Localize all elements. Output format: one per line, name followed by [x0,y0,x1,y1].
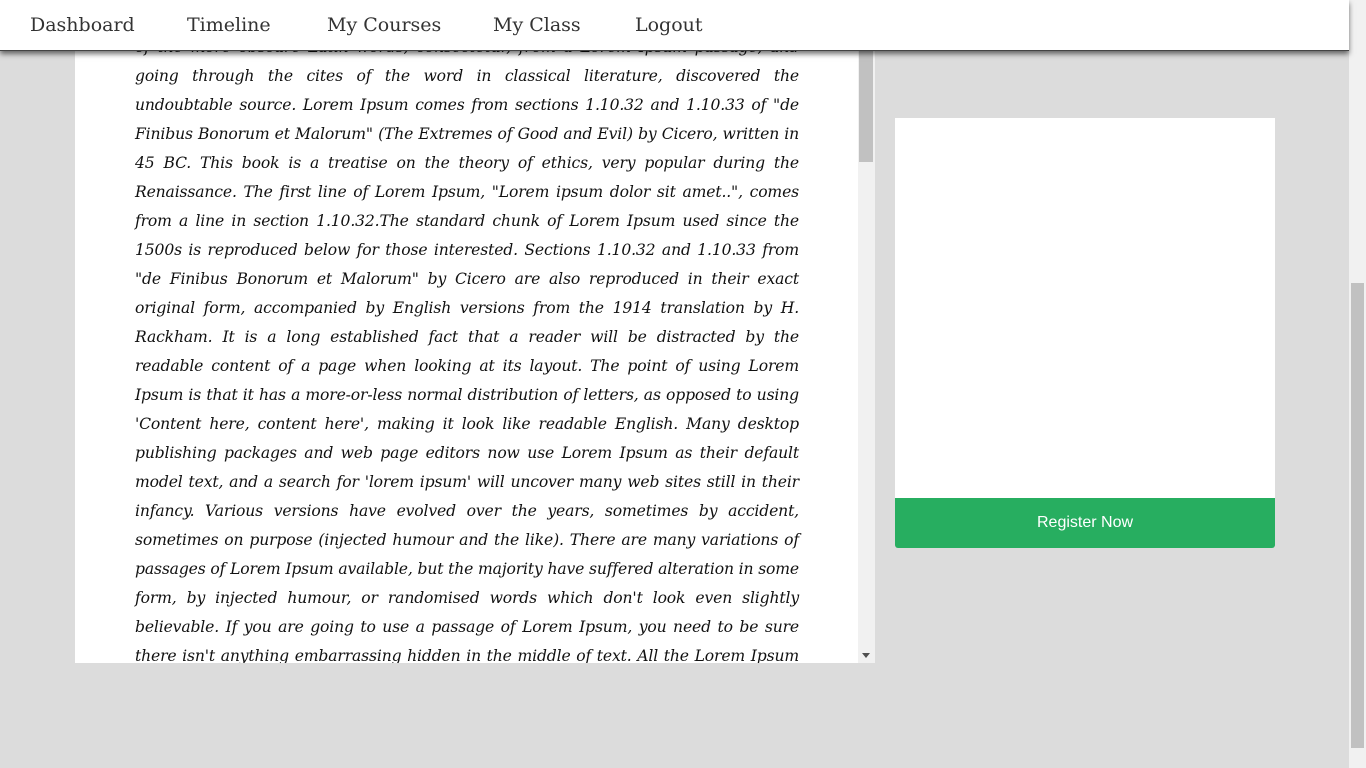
article-scrollbar[interactable] [858,40,875,663]
page-scrollbar[interactable] [1349,0,1366,768]
nav-dashboard[interactable]: Dashboard [30,14,135,36]
video-panel [895,118,1275,498]
nav-my-class[interactable]: My Class [493,14,581,36]
article-scrollbar-thumb[interactable] [859,40,873,162]
register-now-button[interactable]: Register Now [895,498,1275,548]
top-navigation: Dashboard Timeline My Courses My Class L… [0,0,1349,51]
article-body: of the more obscure Latin words, consect… [135,40,800,663]
nav-timeline[interactable]: Timeline [187,14,271,36]
page: Dashboard Timeline My Courses My Class L… [0,0,1366,768]
nav-logout[interactable]: Logout [635,14,703,36]
article-panel: of the more obscure Latin words, consect… [75,40,875,663]
page-scrollbar-thumb[interactable] [1351,283,1364,748]
scroll-down-arrow-icon[interactable] [862,653,870,658]
nav-my-courses[interactable]: My Courses [327,14,441,36]
